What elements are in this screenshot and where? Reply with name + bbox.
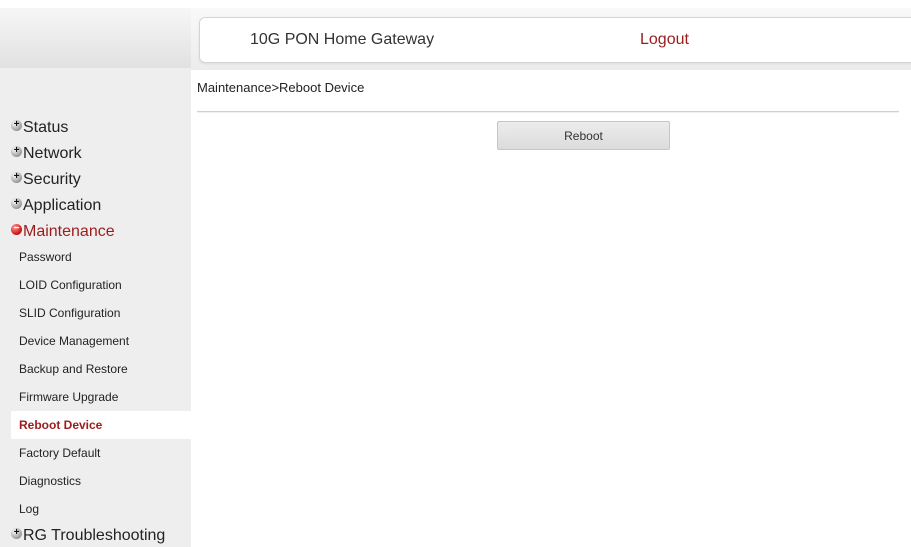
header-bar: 10G PON Home Gateway Logout — [199, 17, 911, 63]
sidebar-item-rg-troubleshooting[interactable]: + RG Troubleshooting — [11, 525, 165, 547]
reboot-button[interactable]: Reboot — [497, 121, 670, 150]
sidebar-item-log[interactable]: Log — [11, 495, 191, 523]
sidebar-item-application[interactable]: + Application — [11, 195, 101, 217]
sidebar-item-label: Security — [23, 171, 81, 188]
plus-circle-icon: + — [11, 197, 22, 209]
sidebar-item-slid-configuration[interactable]: SLID Configuration — [11, 299, 191, 327]
header: 10G PON Home Gateway Logout — [191, 8, 911, 70]
sidebar-item-label: RG Troubleshooting — [23, 527, 166, 544]
plus-circle-icon: + — [11, 145, 22, 157]
sidebar-item-factory-default[interactable]: Factory Default — [11, 439, 191, 467]
sidebar-item-loid-configuration[interactable]: LOID Configuration — [11, 271, 191, 299]
sidebar-item-firmware-upgrade[interactable]: Firmware Upgrade — [11, 383, 191, 411]
sidebar-item-password[interactable]: Password — [11, 243, 191, 271]
sidebar-item-maintenance[interactable]: − Maintenance — [11, 221, 115, 243]
sidebar-item-label: Application — [23, 197, 102, 214]
plus-circle-icon: + — [11, 171, 22, 183]
sidebar-item-backup-and-restore[interactable]: Backup and Restore — [11, 355, 191, 383]
divider — [197, 111, 899, 112]
breadcrumb: Maintenance>Reboot Device — [197, 80, 365, 95]
sidebar-item-label: Network — [23, 145, 82, 162]
sidebar-header — [0, 8, 191, 68]
logout-link[interactable]: Logout — [640, 31, 689, 49]
sidebar-item-label: Status — [23, 119, 69, 136]
sidebar-item-label: Maintenance — [23, 223, 115, 240]
sidebar-item-status[interactable]: + Status — [11, 117, 68, 139]
plus-circle-icon: + — [11, 119, 22, 131]
gateway-title: 10G PON Home Gateway — [250, 31, 435, 48]
sidebar-item-device-management[interactable]: Device Management — [11, 327, 191, 355]
plus-circle-icon: + — [11, 527, 22, 539]
sidebar-item-security[interactable]: + Security — [11, 169, 81, 191]
sidebar-item-network[interactable]: + Network — [11, 143, 82, 165]
sidebar-item-reboot-device[interactable]: Reboot Device — [11, 411, 191, 439]
sidebar-item-diagnostics[interactable]: Diagnostics — [11, 467, 191, 495]
minus-circle-icon: − — [11, 223, 22, 235]
